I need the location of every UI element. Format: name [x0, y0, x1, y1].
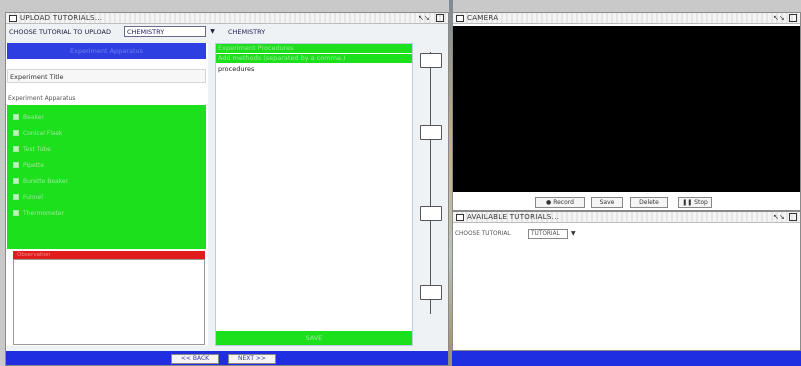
procedures-header: Experiment Procedures [216, 44, 412, 53]
save-button[interactable]: SAVE [216, 331, 412, 345]
camera-controls: ● Record Save Delete ❚❚ Stop [453, 194, 800, 209]
resize-icon[interactable]: ↖↘ [773, 213, 785, 221]
procedures-hint: Add methods (separated by a comma.) [216, 54, 412, 63]
slider-track [430, 52, 431, 314]
tutorials-titlebar[interactable]: AVAILABLE TUTORIALS... ↖↘ [453, 212, 800, 223]
camera-window-title: CAMERA [467, 14, 499, 22]
tutorial-chooser-row: CHOOSE TUTORIAL TO UPLOAD CHEMISTRY ▼ CH… [6, 26, 426, 38]
next-button[interactable]: NEXT >> [228, 354, 276, 364]
save-video-button[interactable]: Save [591, 197, 623, 208]
apparatus-item[interactable]: Pipette [13, 161, 44, 169]
apparatus-column: Experiment Apparatus Experiment Title Ex… [6, 43, 208, 346]
apparatus-list: Beaker Conical Flask Test Tube Pipette B… [7, 105, 206, 249]
maximize-icon[interactable] [789, 213, 797, 221]
resize-icon[interactable]: ↖↘ [773, 14, 785, 22]
slider-knob[interactable] [420, 206, 442, 221]
checkbox-icon[interactable] [13, 130, 19, 136]
upload-titlebar[interactable]: UPLOAD TUTORIALS... ↖↘ [6, 13, 448, 24]
checkbox-icon[interactable] [13, 162, 19, 168]
upload-tutorials-window: UPLOAD TUTORIALS... ↖↘ CHOOSE TUTORIAL T… [5, 12, 449, 366]
chevron-down-icon[interactable]: ▼ [571, 230, 576, 237]
tutorials-bottom-bar [452, 351, 801, 366]
back-button[interactable]: << BACK [171, 354, 219, 364]
chevron-down-icon[interactable]: ▼ [207, 26, 218, 37]
tutorial-select[interactable]: TUTORIAL [528, 229, 568, 239]
window-icon [9, 15, 17, 22]
experiment-title-field[interactable]: Experiment Title [7, 69, 206, 83]
window-icon [456, 15, 464, 22]
apparatus-item[interactable]: Conical Flask [13, 129, 62, 137]
procedures-textarea[interactable]: procedures [218, 65, 254, 73]
maximize-icon[interactable] [789, 14, 797, 22]
stop-button[interactable]: ❚❚ Stop [678, 197, 712, 208]
camera-window: CAMERA ↖↘ ● Record Save Delete ❚❚ Stop [452, 12, 801, 211]
maximize-icon[interactable] [436, 14, 444, 22]
slider-knob[interactable] [420, 53, 442, 68]
procedures-column: Experiment Procedures Add methods (separ… [215, 43, 413, 346]
navigation-bar: << BACK NEXT >> [6, 351, 448, 365]
tutorials-window-title: AVAILABLE TUTORIALS... [467, 213, 560, 221]
slider-knob[interactable] [420, 285, 442, 300]
resize-icon[interactable]: ↖↘ [418, 14, 430, 22]
choose-tutorial-label: CHOOSE TUTORIAL [455, 231, 511, 237]
stop-icon: ❚❚ [682, 199, 695, 206]
apparatus-item[interactable]: Funnel [13, 193, 43, 201]
apparatus-section-label: Experiment Apparatus [8, 95, 76, 102]
apparatus-header: Experiment Apparatus [7, 43, 206, 59]
checkbox-icon[interactable] [13, 114, 19, 120]
upload-window-title: UPLOAD TUTORIALS... [20, 14, 103, 22]
chooser-label: CHOOSE TUTORIAL TO UPLOAD [9, 28, 112, 36]
vertical-slider[interactable] [418, 48, 444, 318]
checkbox-icon[interactable] [13, 178, 19, 184]
apparatus-item[interactable]: Test Tube [13, 145, 51, 153]
slider-knob[interactable] [420, 125, 442, 140]
current-subject-label: CHEMISTRY [228, 28, 266, 36]
available-tutorials-window: AVAILABLE TUTORIALS... ↖↘ CHOOSE TUTORIA… [452, 211, 801, 351]
camera-titlebar[interactable]: CAMERA ↖↘ [453, 13, 800, 24]
checkbox-icon[interactable] [13, 194, 19, 200]
window-icon [456, 214, 464, 221]
tutorial-chooser-row: CHOOSE TUTORIAL TUTORIAL ▼ [453, 228, 653, 240]
checkbox-icon[interactable] [13, 146, 19, 152]
record-button[interactable]: ● Record [535, 197, 585, 208]
apparatus-item[interactable]: Thermometer [13, 209, 64, 217]
checkbox-icon[interactable] [13, 210, 19, 216]
subject-select[interactable]: CHEMISTRY [124, 26, 206, 37]
delete-button[interactable]: Delete [630, 197, 668, 208]
camera-preview [453, 26, 800, 192]
observation-header: Observation [13, 251, 205, 259]
observation-textarea[interactable] [13, 259, 205, 345]
apparatus-item[interactable]: Beaker [13, 113, 44, 121]
apparatus-item[interactable]: Burette Beaker [13, 177, 68, 185]
